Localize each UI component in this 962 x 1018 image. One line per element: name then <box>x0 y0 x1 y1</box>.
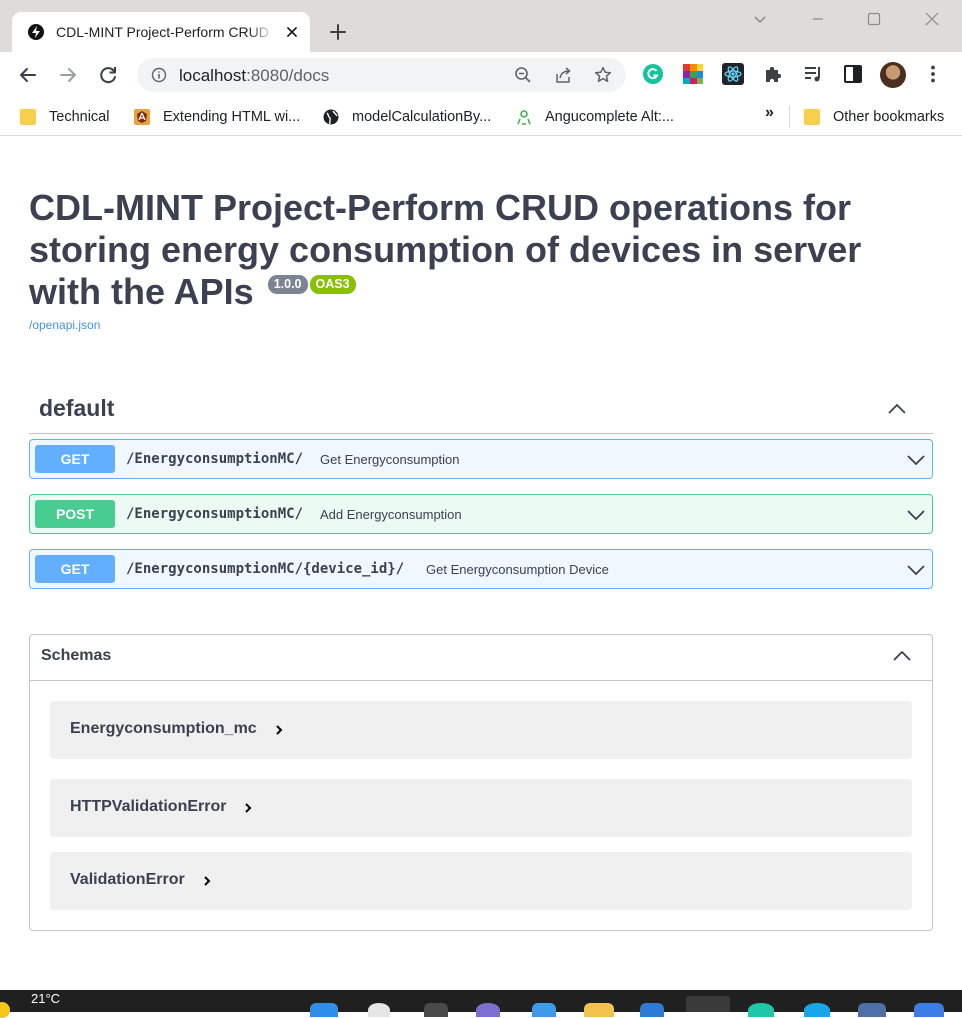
bookmark-other-bookmarks[interactable]: Other bookmarks <box>804 107 944 127</box>
collapse-chevron-up-icon[interactable] <box>892 646 912 666</box>
back-icon[interactable] <box>16 63 40 87</box>
folder-icon <box>20 109 36 125</box>
version-badge: 1.0.0 <box>267 275 308 294</box>
operation-path: /EnergyconsumptionMC/ <box>126 451 304 467</box>
bookmark-star-icon[interactable] <box>594 66 612 84</box>
react-devtools-icon[interactable] <box>722 63 744 85</box>
profile-avatar[interactable] <box>880 62 906 88</box>
chrome-taskbar-icon[interactable] <box>686 996 730 1012</box>
bookmark-extending-html[interactable]: Extending HTML wi... <box>134 107 300 127</box>
schema-model-validationerror[interactable]: ValidationError <box>50 852 912 910</box>
expand-arrow-right-icon[interactable] <box>273 724 285 736</box>
search-icon[interactable] <box>368 1003 390 1017</box>
browser-tab[interactable]: CDL-MINT Project-Perform CRUD operations… <box>12 12 310 52</box>
schemas-header[interactable]: Schemas <box>30 635 932 681</box>
maximize-icon[interactable] <box>863 8 885 30</box>
start-menu-icon[interactable] <box>310 1003 338 1017</box>
globe-icon <box>323 109 339 125</box>
bookmarks-bar: Technical Extending HTML wi... modelCalc… <box>0 98 962 136</box>
close-tab-icon[interactable] <box>284 24 300 40</box>
app-icon-teal[interactable] <box>748 1003 774 1017</box>
model-name: ValidationError <box>70 871 185 888</box>
method-badge-get: GET <box>35 445 115 473</box>
model-name: Energyconsumption_mc <box>70 720 257 737</box>
bookmark-technical[interactable]: Technical <box>20 107 109 127</box>
operation-summary: Get Energyconsumption Device <box>426 562 609 577</box>
operation-post-energyconsumption[interactable]: POST /EnergyconsumptionMC/ Add Energycon… <box>29 494 933 534</box>
operation-summary: Get Energyconsumption <box>320 452 460 467</box>
file-explorer-icon[interactable] <box>584 1003 614 1017</box>
swagger-page: CDL-MINT Project-Perform CRUD operations… <box>0 137 962 990</box>
default-section-header[interactable]: default <box>29 387 933 434</box>
api-title-text: CDL-MINT Project-Perform CRUD operations… <box>29 187 862 312</box>
schemas-section: Schemas Energyconsumption_mc HTTPValidat… <box>29 634 933 931</box>
operation-path: /EnergyconsumptionMC/ <box>126 506 304 522</box>
operation-path: /EnergyconsumptionMC/{device_id}/ <box>126 561 405 577</box>
expand-chevron-down-icon[interactable] <box>906 450 926 470</box>
minimize-icon[interactable] <box>807 8 829 30</box>
expand-chevron-down-icon[interactable] <box>906 560 926 580</box>
expand-chevron-down-icon[interactable] <box>906 505 926 525</box>
bookmark-label: Other bookmarks <box>833 109 945 125</box>
colorzilla-icon[interactable] <box>682 63 704 85</box>
bookmark-model-calculation[interactable]: modelCalculationBy... <box>323 107 491 127</box>
grammarly-icon[interactable] <box>642 63 664 85</box>
vscode-icon[interactable] <box>640 1003 664 1017</box>
site-info-icon[interactable] <box>151 67 167 83</box>
angucomplete-icon <box>517 110 531 125</box>
media-playlist-icon[interactable] <box>802 63 824 85</box>
bookmark-label: Technical <box>49 109 110 125</box>
weather-sun-icon[interactable] <box>0 1002 10 1018</box>
app-icon-outlook[interactable] <box>914 1003 944 1017</box>
oas3-badge: OAS3 <box>309 275 356 294</box>
url-text[interactable]: localhost:8080/docs <box>179 66 329 86</box>
app-icon-slate[interactable] <box>858 1003 886 1017</box>
expand-arrow-right-icon[interactable] <box>201 875 213 887</box>
api-title: CDL-MINT Project-Perform CRUD operations… <box>29 187 909 313</box>
address-bar[interactable]: localhost:8080/docs <box>137 58 626 92</box>
side-panel-icon[interactable] <box>842 63 864 85</box>
extensions-puzzle-icon[interactable] <box>762 63 784 85</box>
model-name: HTTPValidationError <box>70 798 227 815</box>
schemas-title: Schemas <box>41 647 112 664</box>
store-icon[interactable] <box>532 1003 556 1017</box>
new-tab-icon[interactable] <box>326 20 350 44</box>
schema-model-httpvalidationerror[interactable]: HTTPValidationError <box>50 779 912 837</box>
more-bookmarks-button[interactable]: » <box>765 104 774 122</box>
expand-arrow-right-icon[interactable] <box>242 802 254 814</box>
section-title: default <box>39 395 115 421</box>
windows-taskbar: 21°C <box>0 990 962 1018</box>
close-window-icon[interactable] <box>921 8 943 30</box>
temperature-text[interactable]: 21°C <box>31 991 60 1006</box>
tab-strip: CDL-MINT Project-Perform CRUD operations… <box>0 0 962 52</box>
collapse-chevron-up-icon[interactable] <box>887 399 907 419</box>
folder-icon <box>804 109 820 125</box>
openapi-json-link[interactable]: /openapi.json <box>29 318 100 332</box>
fastapi-favicon-icon <box>28 24 44 40</box>
operation-get-energyconsumption-device[interactable]: GET /EnergyconsumptionMC/{device_id}/ Ge… <box>29 549 933 589</box>
method-badge-post: POST <box>35 500 115 528</box>
forward-icon[interactable] <box>56 63 80 87</box>
bookmark-angucomplete[interactable]: Angucomplete Alt:... <box>516 107 674 127</box>
operation-summary: Add Energyconsumption <box>320 507 462 522</box>
share-icon[interactable] <box>554 66 572 84</box>
angularjs-icon <box>134 109 150 125</box>
zoom-icon[interactable] <box>514 66 532 84</box>
task-view-icon[interactable] <box>424 1003 448 1017</box>
app-icon-blue[interactable] <box>804 1003 830 1017</box>
operation-get-energyconsumption[interactable]: GET /EnergyconsumptionMC/ Get Energycons… <box>29 439 933 479</box>
bookmark-label: Angucomplete Alt:... <box>545 109 674 125</box>
bookmark-label: Extending HTML wi... <box>163 109 301 125</box>
method-badge-get: GET <box>35 555 115 583</box>
chrome-menu-icon[interactable] <box>922 63 944 85</box>
tab-title: CDL-MINT Project-Perform CRUD operations… <box>56 24 274 40</box>
teams-chat-icon[interactable] <box>476 1003 500 1017</box>
bookmarks-divider <box>789 106 790 128</box>
reload-icon[interactable] <box>96 63 120 87</box>
schema-model-energyconsumption-mc[interactable]: Energyconsumption_mc <box>50 701 912 759</box>
tab-search-icon[interactable] <box>749 8 771 30</box>
bookmark-label: modelCalculationBy... <box>352 109 492 125</box>
